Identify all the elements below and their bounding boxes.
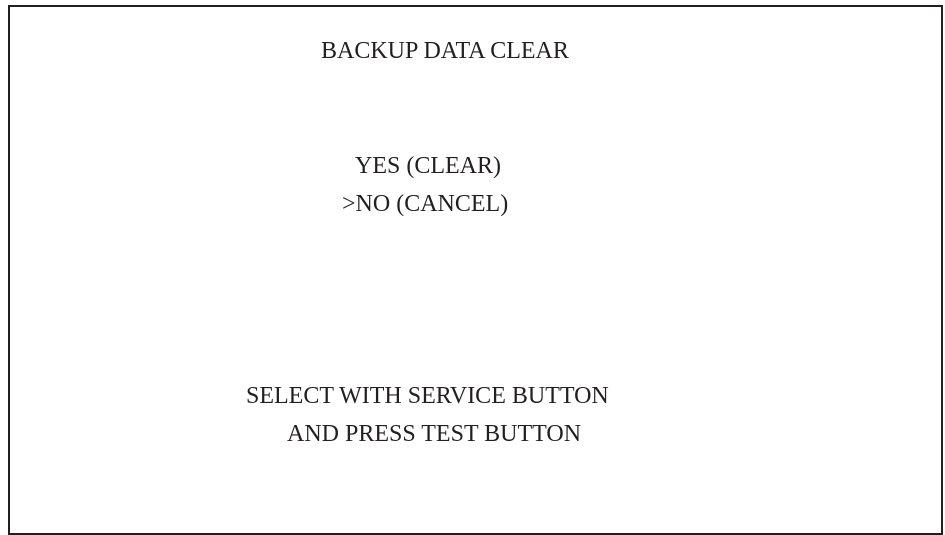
test-menu-screen: BACKUP DATA CLEAR YES (CLEAR) >NO (CANCE… [8,5,943,535]
instruction-line-2: AND PRESS TEST BUTTON [287,421,582,447]
option-yes-clear[interactable]: YES (CLEAR) [355,154,501,178]
instruction-line-1: SELECT WITH SERVICE BUTTON [246,383,609,409]
screen-title: BACKUP DATA CLEAR [321,38,569,64]
option-no-cancel[interactable]: >NO (CANCEL) [342,192,508,216]
